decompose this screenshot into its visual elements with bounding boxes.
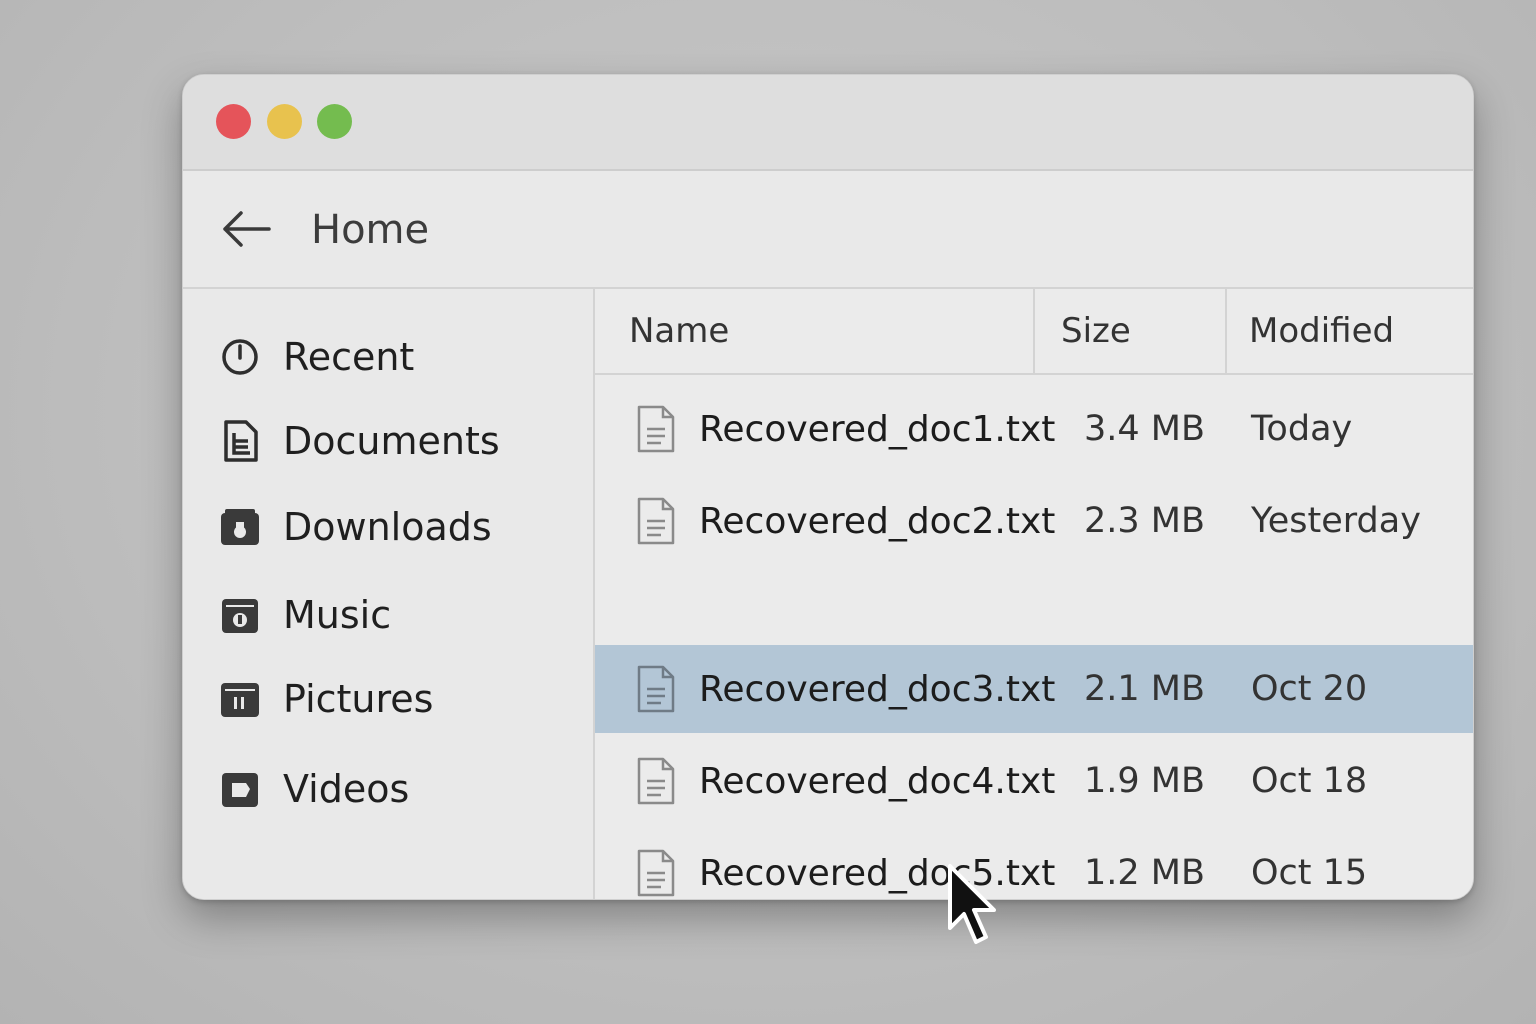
column-header-modified[interactable]: Modified	[1249, 289, 1469, 373]
text-file-icon	[637, 849, 675, 897]
file-name: Recovered_doc2.txt	[699, 500, 1056, 542]
file-list-pane: Name Size Modified Recovered_doc1.txt 3.…	[595, 289, 1473, 899]
sidebar-item-pictures[interactable]: Pictures	[217, 671, 577, 727]
sidebar-item-label: Music	[283, 593, 392, 637]
sidebar-item-label: Recent	[283, 335, 415, 379]
column-header-name[interactable]: Name	[629, 289, 1029, 373]
download-folder-icon	[217, 504, 263, 550]
clock-icon	[217, 334, 263, 380]
close-window-button[interactable]	[216, 104, 251, 139]
file-size: 2.3 MB	[1084, 501, 1205, 541]
location-title: Home	[311, 207, 430, 253]
file-row[interactable]: Recovered_doc2.txt 2.3 MB Yesterday	[595, 477, 1473, 565]
file-modified: Yesterday	[1251, 501, 1421, 541]
text-file-icon	[637, 497, 675, 545]
file-name: Recovered_doc1.txt	[699, 408, 1056, 450]
file-row-selected[interactable]: Recovered_doc3.txt 2.1 MB Oct 20	[595, 645, 1473, 733]
file-manager-window: Home Recent Documents Downloads Music Pi…	[182, 74, 1474, 900]
file-row[interactable]: Recovered_doc1.txt 3.4 MB Today	[595, 385, 1473, 473]
sidebar-item-videos[interactable]: Videos	[217, 761, 577, 817]
file-size: 3.4 MB	[1084, 409, 1205, 449]
sidebar-item-recent[interactable]: Recent	[217, 329, 577, 385]
sidebar: Recent Documents Downloads Music Picture…	[183, 289, 595, 899]
sidebar-item-label: Pictures	[283, 677, 434, 721]
sidebar-item-documents[interactable]: Documents	[217, 413, 577, 469]
file-name: Recovered_doc3.txt	[699, 668, 1056, 710]
maximize-window-button[interactable]	[317, 104, 352, 139]
sidebar-item-downloads[interactable]: Downloads	[217, 499, 577, 555]
column-divider[interactable]	[1225, 289, 1227, 373]
file-size: 2.1 MB	[1084, 669, 1205, 709]
file-name: Recovered_doc5.txt	[699, 852, 1056, 894]
back-button[interactable]	[219, 207, 275, 251]
music-folder-icon	[217, 592, 263, 638]
file-modified: Oct 20	[1251, 669, 1368, 709]
arrow-left-icon	[223, 211, 271, 247]
sidebar-item-music[interactable]: Music	[217, 587, 577, 643]
pictures-folder-icon	[217, 676, 263, 722]
text-file-icon	[637, 757, 675, 805]
video-folder-icon	[217, 766, 263, 812]
file-modified: Oct 15	[1251, 853, 1368, 893]
document-icon	[217, 418, 263, 464]
sidebar-item-label: Documents	[283, 419, 500, 463]
sidebar-item-label: Videos	[283, 767, 410, 811]
file-row[interactable]: Recovered_doc4.txt 1.9 MB Oct 18	[595, 737, 1473, 825]
file-size: 1.9 MB	[1084, 761, 1205, 801]
column-header-row: Name Size Modified	[595, 289, 1473, 375]
column-header-size[interactable]: Size	[1061, 289, 1221, 373]
file-size: 1.2 MB	[1084, 853, 1205, 893]
column-divider[interactable]	[1033, 289, 1035, 373]
toolbar: Home	[183, 171, 1473, 289]
file-modified: Oct 18	[1251, 761, 1368, 801]
minimize-window-button[interactable]	[267, 104, 302, 139]
text-file-icon	[637, 405, 675, 453]
title-bar	[183, 75, 1473, 171]
sidebar-item-label: Downloads	[283, 505, 492, 549]
file-modified: Today	[1251, 409, 1353, 449]
file-row[interactable]: Recovered_doc5.txt 1.2 MB Oct 15	[595, 829, 1473, 899]
file-name: Recovered_doc4.txt	[699, 760, 1056, 802]
text-file-icon	[637, 665, 675, 713]
